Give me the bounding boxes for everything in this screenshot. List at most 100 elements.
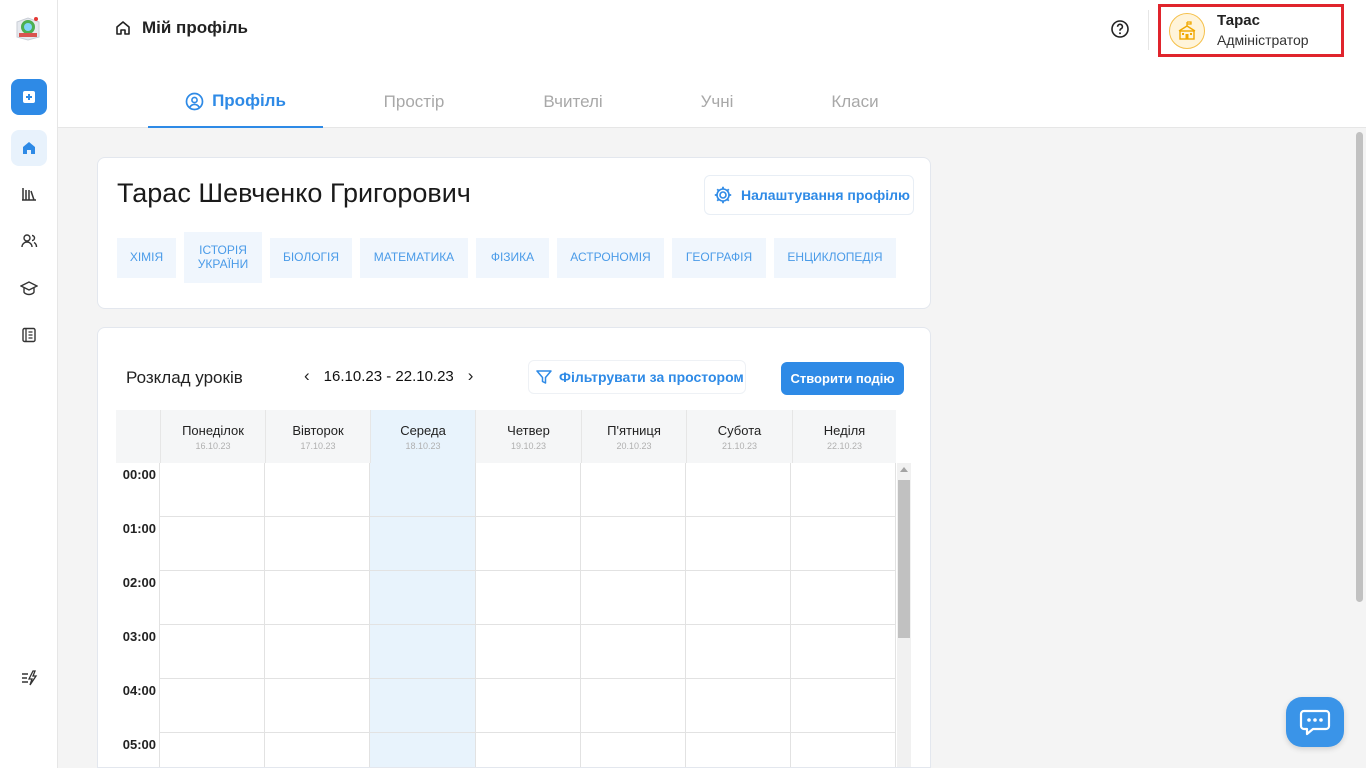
sidebar-item-journal[interactable] xyxy=(11,317,47,353)
user-circle-icon xyxy=(185,92,204,110)
week-navigator: ‹ 16.10.23 - 22.10.23 › xyxy=(304,366,473,386)
day-date: 21.10.23 xyxy=(721,440,758,451)
sidebar-item-quick-actions[interactable] xyxy=(11,660,47,696)
hour-label: 02:00 xyxy=(122,575,156,590)
subject-tag[interactable]: ГЕОГРАФІЯ xyxy=(672,237,766,278)
hour-label: 03:00 xyxy=(122,629,156,644)
tab-classes-label: Класи xyxy=(831,92,879,111)
day-name: П'ятниця xyxy=(607,422,661,438)
sidebar xyxy=(0,0,58,768)
grid-divider xyxy=(160,732,896,733)
subject-tag[interactable]: ХІМІЯ xyxy=(117,237,176,278)
grid-divider xyxy=(369,463,370,767)
user-name: Тарас xyxy=(1217,11,1260,29)
today-column xyxy=(370,463,475,767)
bolt-list-icon xyxy=(22,670,38,686)
day-header-sunday: Неділя 22.10.23 xyxy=(792,410,896,463)
avatar xyxy=(1169,12,1205,49)
hour-label: 00:00 xyxy=(122,467,156,482)
day-date: 19.10.23 xyxy=(510,440,547,451)
schedule-scrollbar[interactable] xyxy=(897,463,911,767)
week-range: 16.10.23 - 22.10.23 xyxy=(323,367,454,385)
create-event-button[interactable]: Створити подію xyxy=(781,362,904,395)
subject-tag[interactable]: ЕНЦИКЛОПЕДІЯ xyxy=(774,237,896,278)
library-icon xyxy=(22,188,36,201)
day-name: Вівторок xyxy=(292,422,344,438)
profile-full-name: Тарас Шевченко Григорович xyxy=(117,178,471,208)
schedule-title: Розклад уроків xyxy=(126,368,243,387)
day-date: 20.10.23 xyxy=(616,440,652,451)
sidebar-item-classes[interactable] xyxy=(11,270,47,306)
subject-tag[interactable]: АСТРОНОМІЯ xyxy=(557,237,664,278)
breadcrumb[interactable]: Мій профіль xyxy=(114,18,248,38)
day-date: 16.10.23 xyxy=(195,440,231,451)
day-name: Середа xyxy=(400,422,446,438)
header-divider xyxy=(1148,10,1149,50)
tab-students[interactable]: Учні xyxy=(641,76,793,128)
filter-label: Фільтрувати за простором xyxy=(559,369,744,385)
schedule-grid[interactable]: 00:00 01:00 02:00 03:00 04:00 05:00 xyxy=(116,463,912,767)
profile-settings-label: Налаштування профілю xyxy=(741,187,910,203)
subject-tag[interactable]: БІОЛОГІЯ xyxy=(270,237,352,278)
home-outline-icon xyxy=(116,21,130,35)
filter-by-space-button[interactable]: Фільтрувати за простором xyxy=(528,360,746,394)
hour-label: 05:00 xyxy=(122,737,156,752)
sidebar-item-users[interactable] xyxy=(11,223,47,259)
tab-students-label: Учні xyxy=(700,92,734,111)
sidebar-item-library[interactable] xyxy=(11,176,47,212)
schedule-card: Розклад уроків ‹ 16.10.23 - 22.10.23 › Ф… xyxy=(97,327,931,768)
plus-icon xyxy=(23,91,35,103)
subject-tag[interactable]: МАТЕМАТИКА xyxy=(360,237,468,278)
schedule-header-corner xyxy=(116,410,160,463)
help-icon[interactable] xyxy=(1110,19,1130,39)
gear-icon xyxy=(714,186,732,204)
grid-divider xyxy=(895,463,896,767)
tab-profile[interactable]: Профіль xyxy=(148,76,323,128)
profile-tabs: Профіль Простір Вчителі Учні Класи xyxy=(148,76,917,128)
prev-week-button[interactable]: ‹ xyxy=(304,366,310,386)
tab-classes[interactable]: Класи xyxy=(793,76,917,128)
filter-icon xyxy=(536,370,552,384)
day-header-thursday: Четвер 19.10.23 xyxy=(475,410,581,463)
breadcrumb-title: Мій профіль xyxy=(142,18,248,37)
next-week-button[interactable]: › xyxy=(468,366,474,386)
page-scrollbar-thumb[interactable] xyxy=(1356,132,1363,602)
tab-teachers-label: Вчителі xyxy=(543,92,603,111)
hour-label: 01:00 xyxy=(122,521,156,536)
grid-divider xyxy=(685,463,686,767)
grid-divider xyxy=(475,463,476,767)
grid-divider xyxy=(160,678,896,679)
tab-space[interactable]: Простір xyxy=(323,76,505,128)
day-date: 17.10.23 xyxy=(300,440,336,451)
support-chat-button[interactable] xyxy=(1286,697,1344,747)
tab-profile-label: Профіль xyxy=(212,91,286,110)
profile-card: Тарас Шевченко Григорович Налаштування п… xyxy=(97,157,931,309)
school-logo-icon[interactable] xyxy=(14,14,42,42)
subject-tag[interactable]: ФІЗИКА xyxy=(476,237,549,278)
day-header-tuesday: Вівторок 17.10.23 xyxy=(265,410,370,463)
scroll-up-arrow-icon[interactable] xyxy=(900,467,908,472)
grid-divider xyxy=(790,463,791,767)
graduation-cap-icon xyxy=(20,281,38,296)
grid-divider xyxy=(160,624,896,625)
chat-bubble-icon xyxy=(1299,709,1331,736)
page-scrollbar[interactable] xyxy=(1353,128,1366,768)
hour-label: 04:00 xyxy=(122,683,156,698)
school-building-icon xyxy=(1178,20,1196,40)
day-header-monday: Понеділок 16.10.23 xyxy=(160,410,265,463)
tab-teachers[interactable]: Вчителі xyxy=(505,76,641,128)
home-icon xyxy=(23,142,35,154)
day-name: Субота xyxy=(717,422,762,438)
day-header-wednesday: Середа 18.10.23 xyxy=(370,410,475,463)
sidebar-add-button[interactable] xyxy=(11,79,47,115)
scrollbar-thumb[interactable] xyxy=(898,480,910,638)
day-name: Четвер xyxy=(507,422,550,438)
user-role: Адміністратор xyxy=(1217,32,1309,49)
grid-divider xyxy=(160,516,896,517)
subject-tag[interactable]: ІСТОРІЯ УКРАЇНИ xyxy=(184,232,262,283)
journal-icon xyxy=(22,327,36,343)
profile-settings-button[interactable]: Налаштування профілю xyxy=(704,175,914,215)
grid-divider xyxy=(159,463,160,767)
user-menu[interactable]: Тарас Адміністратор xyxy=(1158,4,1344,57)
sidebar-item-home[interactable] xyxy=(11,130,47,166)
